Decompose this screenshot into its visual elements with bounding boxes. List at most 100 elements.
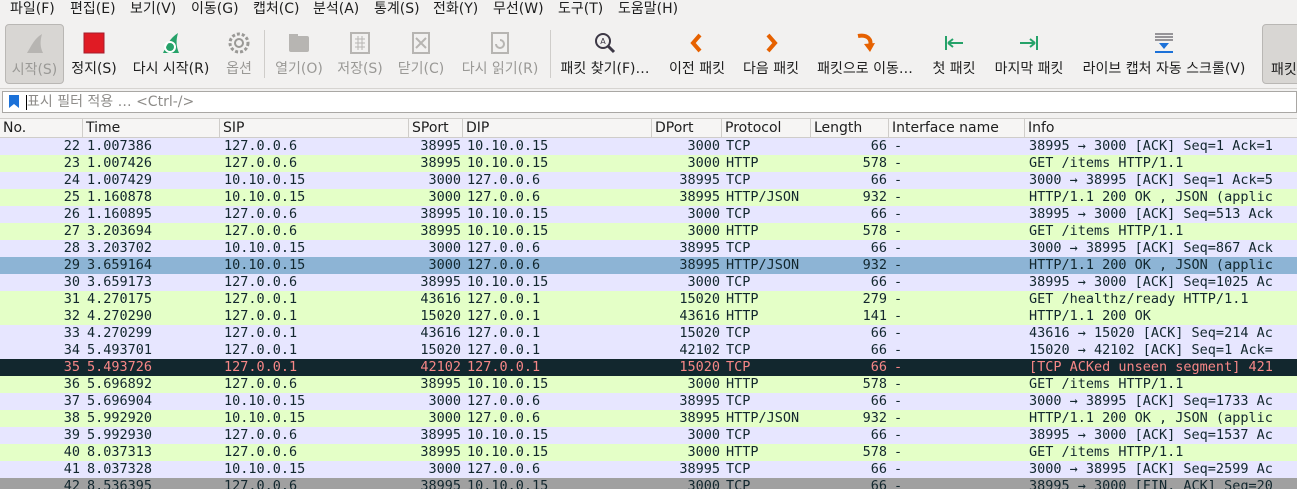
menu-help[interactable]: 도움말(H) <box>618 0 678 20</box>
packet-row[interactable]: 22 1.007386 127.0.0.6 38995 10.10.0.15 3000 TC… <box>0 138 1297 155</box>
cell-time: 5.992920 <box>87 410 153 426</box>
cell-iface: - <box>894 325 903 341</box>
find-packet-button[interactable]: A 패킷 찾기(F)… <box>556 24 654 84</box>
menu-view[interactable]: 보기(V) <box>130 0 176 20</box>
menu-tools[interactable]: 도구(T) <box>558 0 603 20</box>
cell-iface: - <box>894 291 903 307</box>
packet-row[interactable]: 42 8.536395 127.0.0.6 38995 10.10.0.15 3000 TC… <box>0 478 1297 489</box>
cell-sip: 127.0.0.6 <box>224 223 298 239</box>
column-header-sip[interactable]: SIP <box>220 119 409 138</box>
cell-dport: 3000 <box>687 274 720 290</box>
cell-time: 5.696892 <box>87 376 153 392</box>
packet-row[interactable]: 28 3.203702 10.10.0.15 3000 127.0.0.6 38995 TC… <box>0 240 1297 257</box>
previous-packet-button[interactable]: 이전 패킷 <box>662 24 732 84</box>
menu-wireless[interactable]: 무선(W) <box>493 0 544 20</box>
close-file-button[interactable]: 닫기(C) <box>392 24 450 84</box>
arrow-first-icon <box>941 30 967 56</box>
cell-dport: 38995 <box>679 189 720 205</box>
cell-sport: 3000 <box>428 257 461 273</box>
save-file-button[interactable]: 저장(S) <box>332 24 388 84</box>
cell-no: 24 <box>63 172 80 188</box>
cell-info: HTTP/1.1 200 OK <box>1029 308 1151 324</box>
cell-proto: TCP <box>726 393 751 409</box>
cell-dport: 3000 <box>687 206 720 222</box>
display-filter-input[interactable]: 표시 필터 적용 … <Ctrl-/> <box>27 93 194 111</box>
cell-dport: 3000 <box>687 376 720 392</box>
column-header-interface[interactable]: Interface name <box>889 119 1025 138</box>
autoscroll-button[interactable]: 라이브 캡처 자동 스크롤(V) <box>1076 24 1252 84</box>
first-packet-button[interactable]: 첫 패킷 <box>926 24 982 84</box>
packet-row[interactable]: 25 1.160878 10.10.0.15 3000 127.0.0.6 38995 HT… <box>0 189 1297 206</box>
column-header-time[interactable]: Time <box>83 119 220 138</box>
cell-len: 932 <box>862 257 887 273</box>
open-file-label: 열기(O) <box>275 61 323 77</box>
cell-proto: HTTP/JSON <box>726 189 800 205</box>
packet-row[interactable]: 24 1.007429 10.10.0.15 3000 127.0.0.6 38995 TC… <box>0 172 1297 189</box>
cell-dip: 127.0.0.1 <box>467 291 541 307</box>
menu-edit[interactable]: 편집(E) <box>70 0 116 20</box>
stop-capture-button[interactable]: 정지(S) <box>66 24 122 84</box>
packet-row[interactable]: 36 5.696892 127.0.0.6 38995 10.10.0.15 3000 HT… <box>0 376 1297 393</box>
packet-row[interactable]: 23 1.007426 127.0.0.6 38995 10.10.0.15 3000 HT… <box>0 155 1297 172</box>
menu-file[interactable]: 파일(F) <box>10 0 55 20</box>
menu-capture[interactable]: 캡처(C) <box>253 0 299 20</box>
packet-row[interactable]: 40 8.037313 127.0.0.6 38995 10.10.0.15 3000 HT… <box>0 444 1297 461</box>
column-header-protocol[interactable]: Protocol <box>722 119 811 138</box>
column-header-dport[interactable]: DPort <box>652 119 722 138</box>
cell-time: 5.493701 <box>87 342 153 358</box>
menu-telephony[interactable]: 전화(Y) <box>433 0 478 20</box>
packet-row[interactable]: 34 5.493701 127.0.0.1 15020 127.0.0.1 42102 TC… <box>0 342 1297 359</box>
restart-capture-button[interactable]: 다시 시작(R) <box>124 24 218 84</box>
column-header-info[interactable]: Info <box>1025 119 1297 138</box>
cell-info: 38995 → 3000 [ACK] Seq=1537 Ac <box>1029 427 1273 443</box>
next-packet-button[interactable]: 다음 패킷 <box>736 24 806 84</box>
cell-info: GET /healthz/ready HTTP/1.1 <box>1029 291 1249 307</box>
menu-statistics[interactable]: 통계(S) <box>374 0 420 20</box>
bookmark-icon[interactable] <box>9 95 19 108</box>
packet-row[interactable]: 30 3.659173 127.0.0.6 38995 10.10.0.15 3000 TC… <box>0 274 1297 291</box>
display-filter-bar[interactable]: 표시 필터 적용 … <Ctrl-/> <box>2 91 1297 113</box>
cell-proto: TCP <box>726 478 751 489</box>
packet-row[interactable]: 38 5.992920 10.10.0.15 3000 127.0.0.6 38995 HT… <box>0 410 1297 427</box>
reload-file-button[interactable]: 다시 읽기(R) <box>456 24 544 84</box>
cell-dip: 10.10.0.15 <box>467 427 549 443</box>
cell-time: 1.007429 <box>87 172 153 188</box>
cell-proto: HTTP <box>726 155 759 171</box>
capture-options-button[interactable]: 옵션 <box>220 24 258 84</box>
magnifier-icon: A <box>592 30 618 56</box>
packet-row[interactable]: 35 5.493726 127.0.0.1 42102 127.0.0.1 15020 TC… <box>0 359 1297 376</box>
cell-dport: 38995 <box>679 461 720 477</box>
cell-sport: 3000 <box>428 189 461 205</box>
menu-analyze[interactable]: 분석(A) <box>313 0 359 20</box>
column-header-dip[interactable]: DIP <box>463 119 652 138</box>
cell-time: 8.536395 <box>87 478 153 489</box>
open-file-button[interactable]: 열기(O) <box>270 24 328 84</box>
cell-info: HTTP/1.1 200 OK , JSON (applic <box>1029 257 1273 273</box>
packet-row[interactable]: 26 1.160895 127.0.0.6 38995 10.10.0.15 3000 TC… <box>0 206 1297 223</box>
cell-time: 3.659164 <box>87 257 153 273</box>
packet-row[interactable]: 39 5.992930 127.0.0.6 38995 10.10.0.15 3000 TC… <box>0 427 1297 444</box>
cell-proto: TCP <box>726 325 751 341</box>
colorize-packets-button[interactable]: 패킷 <box>1262 24 1297 84</box>
cell-dport: 3000 <box>687 138 720 154</box>
cell-sport: 3000 <box>428 410 461 426</box>
start-capture-button[interactable]: 시작(S) <box>5 24 64 84</box>
packet-row[interactable]: 32 4.270290 127.0.0.1 15020 127.0.0.1 43616 HT… <box>0 308 1297 325</box>
packet-row[interactable]: 31 4.270175 127.0.0.1 43616 127.0.0.1 15020 HT… <box>0 291 1297 308</box>
cell-len: 141 <box>862 308 887 324</box>
last-packet-button[interactable]: 마지막 패킷 <box>988 24 1070 84</box>
packet-row[interactable]: 27 3.203694 127.0.0.6 38995 10.10.0.15 3000 HT… <box>0 223 1297 240</box>
column-header-no[interactable]: No. <box>0 119 83 138</box>
packet-row[interactable]: 33 4.270299 127.0.0.1 43616 127.0.0.1 15020 TC… <box>0 325 1297 342</box>
menu-go[interactable]: 이동(G) <box>191 0 239 20</box>
packet-list[interactable]: 22 1.007386 127.0.0.6 38995 10.10.0.15 3000 TC… <box>0 138 1297 489</box>
column-header-sport[interactable]: SPort <box>409 119 463 138</box>
cell-iface: - <box>894 257 903 273</box>
cell-iface: - <box>894 172 903 188</box>
packet-row[interactable]: 37 5.696904 10.10.0.15 3000 127.0.0.6 38995 TC… <box>0 393 1297 410</box>
packet-row[interactable]: 41 8.037328 10.10.0.15 3000 127.0.0.6 38995 TC… <box>0 461 1297 478</box>
go-to-packet-button[interactable]: 패킷으로 이동… <box>810 24 920 84</box>
packet-row[interactable]: 29 3.659164 10.10.0.15 3000 127.0.0.6 38995 HT… <box>0 257 1297 274</box>
cell-iface: - <box>894 342 903 358</box>
column-header-length[interactable]: Length <box>811 119 889 138</box>
